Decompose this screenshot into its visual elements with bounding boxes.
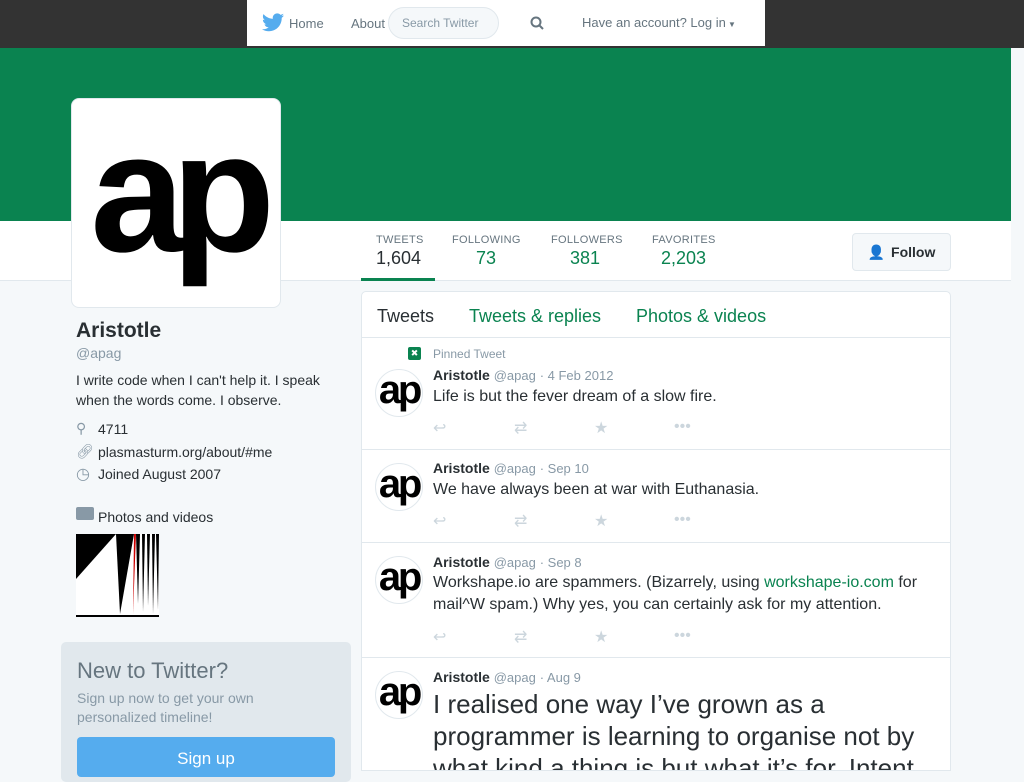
tweet-header: Aristotle @apag · Aug 9 <box>433 669 581 685</box>
stat-value: 1,604 <box>376 248 422 268</box>
profile-location: 4711 <box>98 421 129 437</box>
tweet-avatar[interactable]: ap <box>375 671 423 719</box>
profile-avatar[interactable]: ap <box>71 98 281 308</box>
reply-icon[interactable]: ↩ <box>433 511 446 531</box>
link-icon: 🔗︎ <box>76 443 94 459</box>
tweet-text: Life is but the fever dream of a slow fi… <box>433 388 717 405</box>
profile-joined: Joined August 2007 <box>98 466 221 482</box>
tweet-author[interactable]: Aristotle <box>433 669 490 685</box>
twitter-bird-icon[interactable] <box>262 13 284 32</box>
more-icon[interactable]: ••• <box>674 418 691 436</box>
favorite-icon[interactable]: ★ <box>594 627 608 647</box>
profile-bio: I write code when I can't help it. I spe… <box>76 372 320 408</box>
photos-link[interactable]: Photos and videos <box>98 509 213 525</box>
tweet-date[interactable]: · Sep 10 <box>540 461 589 476</box>
reply-icon[interactable]: ↩ <box>433 418 446 438</box>
avatar-logo: ap <box>378 556 422 599</box>
tweet-text: I realised one way I’ve grown as a progr… <box>433 689 915 771</box>
add-user-icon: 👤 <box>867 243 886 260</box>
tweet-text: We have always been at war with Euthanas… <box>433 481 760 498</box>
signup-box: New to Twitter? Sign up now to get your … <box>61 642 351 782</box>
tweet-date[interactable]: · Sep 8 <box>540 555 582 570</box>
stat-tweets[interactable]: TWEETS 1,604 <box>376 234 424 269</box>
stat-favorites[interactable]: FAVORITES 2,203 <box>652 234 716 269</box>
nav-about[interactable]: About <box>351 16 385 31</box>
tweet-date[interactable]: · Aug 9 <box>540 670 581 685</box>
nav-bar: Home About Search Twitter Have an accoun… <box>247 0 765 46</box>
stat-label: TWEETS <box>376 234 424 246</box>
stat-label: FOLLOWERS <box>551 234 623 246</box>
stat-followers[interactable]: FOLLOWERS 381 <box>551 234 623 269</box>
tweet-text-part: Workshape.io are spammers. (Bizarrely, u… <box>433 574 765 591</box>
timeline-tabs: Tweets Tweets & replies Photos & videos <box>362 292 950 338</box>
avatar-logo: ap <box>90 98 275 288</box>
favorite-icon[interactable]: ★ <box>594 418 608 438</box>
tweet-avatar[interactable]: ap <box>375 556 423 604</box>
retweet-icon[interactable]: ⇄ <box>514 418 527 438</box>
tweet-author[interactable]: Aristotle <box>433 367 490 383</box>
signup-title: New to Twitter? <box>77 658 229 683</box>
stat-value: 73 <box>476 248 497 268</box>
signup-text: Sign up now to get your own personalized… <box>77 690 254 725</box>
tab-photos-videos[interactable]: Photos & videos <box>636 306 766 327</box>
tweet-item[interactable]: ap Aristotle @apag · Sep 8 Workshape.io … <box>362 543 950 658</box>
tweet-author[interactable]: Aristotle <box>433 554 490 570</box>
more-icon[interactable]: ••• <box>674 627 691 645</box>
pin-icon: ✖ <box>408 347 421 360</box>
camera-icon <box>76 507 94 520</box>
tab-tweets-replies[interactable]: Tweets & replies <box>469 306 601 327</box>
search-input[interactable]: Search Twitter <box>388 7 499 39</box>
login-label: Have an account? Log in <box>582 15 726 30</box>
avatar-logo: ap <box>378 463 422 506</box>
tab-tweets[interactable]: Tweets <box>377 306 434 327</box>
tweet-text: Workshape.io are spammers. (Bizarrely, u… <box>433 572 933 616</box>
stat-following[interactable]: FOLLOWING 73 <box>452 234 521 269</box>
clock-icon: ◷ <box>76 466 90 483</box>
tweet-handle: @apag <box>493 461 536 476</box>
tweet-link[interactable]: workshape-io.com <box>764 574 894 591</box>
tweet-handle: @apag <box>493 555 536 570</box>
more-icon[interactable]: ••• <box>674 511 691 529</box>
stat-label: FOLLOWING <box>452 234 521 246</box>
login-menu[interactable]: Have an account? Log in ▼ <box>582 15 736 30</box>
tweet-item[interactable]: ap Aristotle @apag · Aug 9 I realised on… <box>362 658 950 771</box>
stat-label: FAVORITES <box>652 234 716 246</box>
tweet-header: Aristotle @apag · Sep 10 <box>433 460 589 476</box>
search-icon[interactable] <box>530 16 544 30</box>
retweet-icon[interactable]: ⇄ <box>514 511 527 531</box>
tweet-header: Aristotle @apag · 4 Feb 2012 <box>433 367 613 383</box>
tweet-item[interactable]: ✖ Pinned Tweet ap Aristotle @apag · 4 Fe… <box>362 338 950 450</box>
stat-value: 2,203 <box>661 248 707 268</box>
avatar-logo: ap <box>378 671 422 714</box>
caret-down-icon: ▼ <box>725 20 736 29</box>
signup-button[interactable]: Sign up <box>77 737 335 777</box>
active-stat-indicator <box>361 278 435 281</box>
tweet-avatar[interactable]: ap <box>375 369 423 417</box>
favorite-icon[interactable]: ★ <box>594 511 608 531</box>
tweet-date[interactable]: · 4 Feb 2012 <box>540 368 614 383</box>
tweet-handle: @apag <box>493 670 536 685</box>
tweet-item[interactable]: ap Aristotle @apag · Sep 10 We have alwa… <box>362 450 950 543</box>
tweet-author[interactable]: Aristotle <box>433 460 490 476</box>
profile-name: Aristotle <box>76 319 162 342</box>
photo-thumbnail[interactable] <box>76 534 159 617</box>
pinned-label: Pinned Tweet <box>433 347 506 361</box>
stat-value: 381 <box>570 248 601 268</box>
tweet-handle: @apag <box>493 368 536 383</box>
tweet-avatar[interactable]: ap <box>375 463 423 511</box>
location-icon: ⚲ <box>76 420 87 436</box>
thumbnail-image <box>76 534 159 614</box>
profile-handle[interactable]: @apag <box>76 345 121 361</box>
follow-label: Follow <box>891 244 936 260</box>
reply-icon[interactable]: ↩ <box>433 627 446 647</box>
nav-home[interactable]: Home <box>289 16 324 31</box>
timeline-card: Tweets Tweets & replies Photos & videos … <box>361 291 951 771</box>
follow-button[interactable]: 👤 Follow <box>852 233 951 271</box>
profile-url[interactable]: plasmasturm.org/about/#me <box>98 444 272 460</box>
retweet-icon[interactable]: ⇄ <box>514 627 527 647</box>
avatar-logo: ap <box>378 369 422 412</box>
tweet-header: Aristotle @apag · Sep 8 <box>433 554 582 570</box>
